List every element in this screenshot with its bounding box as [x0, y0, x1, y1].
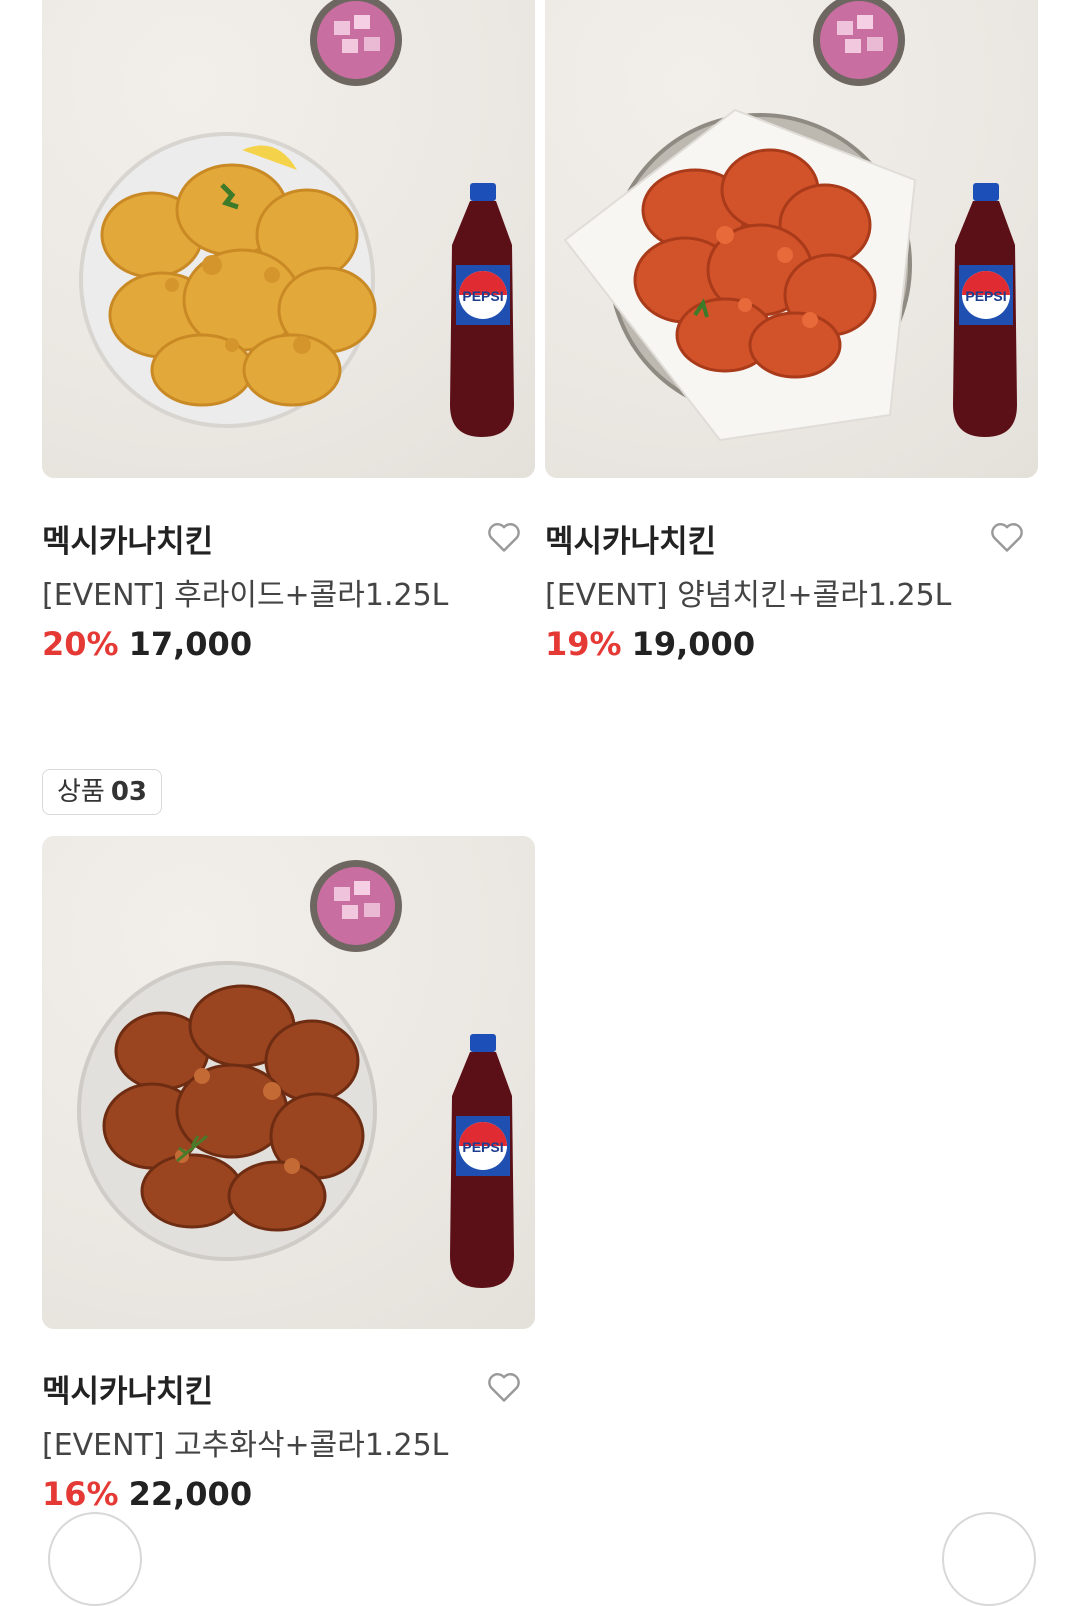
discount-rate: 19% — [545, 625, 622, 663]
discount-rate: 16% — [42, 1475, 119, 1513]
price-row: 20% 17,000 — [42, 625, 252, 663]
badge-number: 03 — [110, 777, 148, 807]
sale-price: 17,000 — [128, 625, 253, 663]
product-image-1[interactable]: PEPSI — [42, 0, 535, 478]
product-brand: 멕시카나치킨 — [42, 1374, 214, 1410]
product-brand: 멕시카나치킨 — [42, 524, 214, 560]
product-title[interactable]: [EVENT] 양념치킨+콜라1.25L — [545, 570, 951, 614]
discount-rate: 20% — [42, 625, 119, 663]
sale-price: 22,000 — [128, 1475, 253, 1513]
svg-text:PEPSI: PEPSI — [462, 288, 503, 304]
price-row: 16% 22,000 — [42, 1475, 252, 1513]
price-row: 19% 19,000 — [545, 625, 755, 663]
product-title[interactable]: [EVENT] 후라이드+콜라1.25L — [42, 570, 448, 614]
floating-circle-button-left[interactable] — [48, 1512, 142, 1606]
heart-outline-icon[interactable] — [486, 520, 522, 554]
product-brand: 멕시카나치킨 — [545, 524, 717, 560]
heart-outline-icon[interactable] — [989, 520, 1025, 554]
seasoned-chicken-cola-image: PEPSI — [563, 0, 1017, 442]
floating-circle-button-right[interactable] — [942, 1512, 1036, 1606]
product-title[interactable]: [EVENT] 고추화삭+콜라1.25L — [42, 1420, 448, 1464]
heart-outline-icon[interactable] — [486, 1370, 522, 1404]
fried-chicken-cola-image: PEPSI — [79, 0, 514, 437]
product-image-3[interactable]: PEPSI — [42, 836, 535, 1329]
spicy-chicken-cola-image: PEPSI — [77, 860, 514, 1288]
product-number-badge: 상품 03 — [42, 769, 163, 815]
svg-text:PEPSI: PEPSI — [462, 1139, 503, 1155]
product-image-2[interactable]: PEPSI — [545, 0, 1038, 478]
sale-price: 19,000 — [631, 625, 756, 663]
badge-label: 상품 — [57, 777, 105, 807]
svg-text:PEPSI: PEPSI — [965, 288, 1006, 304]
